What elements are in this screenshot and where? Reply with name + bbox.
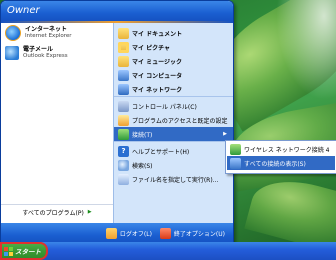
- connect-submenu: ワイヤレス ネットワーク接続 4 すべての接続の表示(S): [225, 140, 336, 174]
- windows-logo-icon: [4, 246, 13, 256]
- menu-item-my-documents[interactable]: マイ ドキュメント: [114, 26, 233, 40]
- start-button[interactable]: スタート: [0, 242, 48, 260]
- logoff-button[interactable]: ログオフ(L): [105, 227, 152, 239]
- menu-item-label: マイ ピクチャ: [132, 44, 171, 52]
- menu-item-label: マイ ネットワーク: [132, 86, 183, 94]
- taskbar: スタート: [0, 242, 336, 260]
- shutdown-label: 終了オプション(U): [173, 230, 225, 238]
- connect-to-icon: [118, 128, 129, 140]
- run-icon: [118, 173, 129, 185]
- all-programs-label: すべてのプログラム(P): [22, 209, 84, 217]
- pinned-internet[interactable]: インターネット Internet Explorer: [1, 23, 113, 43]
- menu-item-help[interactable]: ? ヘルプとサポート(H): [114, 144, 233, 158]
- wallpaper-glare: [276, 0, 336, 100]
- menu-item-my-music[interactable]: マイ ミュージック: [114, 54, 233, 68]
- places-column: マイ ドキュメント マイ ピクチャ マイ ミュージック マイ コンピュータ マイ…: [113, 23, 233, 223]
- pinned-programs: インターネット Internet Explorer 電子メール Outlook …: [1, 23, 113, 223]
- submenu-item-label: ワイヤレス ネットワーク接続 4: [244, 146, 330, 154]
- pinned-email[interactable]: 電子メール Outlook Express: [1, 43, 113, 63]
- power-icon: [159, 227, 171, 239]
- start-menu: Owner インターネット Internet Explorer 電子メール Ou…: [0, 0, 234, 244]
- internet-explorer-icon: [5, 25, 21, 41]
- submenu-arrow-icon: ▶: [223, 131, 227, 137]
- start-menu-footer: ログオフ(L) 終了オプション(U): [1, 223, 233, 243]
- arrow-right-icon: ▶: [87, 209, 92, 215]
- menu-item-label: マイ コンピュータ: [132, 72, 183, 80]
- user-name-header: Owner: [1, 1, 233, 21]
- menu-item-control-panel[interactable]: コントロール パネル(C): [114, 99, 233, 113]
- pinned-internet-label: インターネット: [25, 26, 68, 33]
- pinned-internet-sub: Internet Explorer: [25, 33, 72, 39]
- menu-item-label: ファイル名を指定して実行(R)...: [132, 176, 219, 184]
- submenu-item-wireless[interactable]: ワイヤレス ネットワーク接続 4: [227, 142, 335, 156]
- all-connections-icon: [230, 157, 241, 169]
- menu-item-label: ヘルプとサポート(H): [132, 148, 190, 156]
- menu-item-search[interactable]: 検索(S): [114, 158, 233, 172]
- menu-item-my-pictures[interactable]: マイ ピクチャ: [114, 40, 233, 54]
- start-label: スタート: [15, 248, 41, 256]
- outlook-express-icon: [5, 46, 19, 60]
- my-network-icon: [118, 83, 129, 95]
- submenu-item-label: すべての接続の表示(S): [244, 160, 306, 168]
- menu-item-label: プログラムのアクセスと既定の設定: [132, 117, 228, 125]
- control-panel-icon: [118, 100, 129, 112]
- pinned-email-label: 電子メール: [23, 46, 54, 53]
- menu-item-my-computer[interactable]: マイ コンピュータ: [114, 68, 233, 82]
- menu-item-label: 接続(T): [132, 131, 153, 139]
- help-icon: ?: [118, 145, 129, 157]
- shutdown-button[interactable]: 終了オプション(U): [159, 227, 225, 239]
- my-computer-icon: [118, 69, 129, 81]
- submenu-item-show-all[interactable]: すべての接続の表示(S): [227, 156, 335, 170]
- my-music-icon: [118, 55, 129, 67]
- menu-item-label: マイ ミュージック: [132, 58, 182, 66]
- menu-item-label: 検索(S): [132, 162, 153, 170]
- menu-item-label: コントロール パネル(C): [132, 103, 197, 111]
- logoff-label: ログオフ(L): [119, 230, 152, 238]
- menu-item-my-network[interactable]: マイ ネットワーク: [114, 82, 233, 97]
- all-programs-button[interactable]: すべてのプログラム(P) ▶: [1, 204, 113, 219]
- my-pictures-icon: [118, 41, 129, 53]
- search-icon: [118, 159, 129, 171]
- my-documents-icon: [118, 27, 129, 39]
- wireless-connection-icon: [230, 143, 241, 155]
- menu-item-connect-to[interactable]: 接続(T) ▶: [114, 127, 233, 142]
- program-access-icon: [118, 114, 129, 126]
- menu-item-label: マイ ドキュメント: [132, 30, 183, 38]
- logoff-icon: [105, 227, 117, 239]
- pinned-email-sub: Outlook Express: [23, 53, 68, 59]
- menu-item-program-access[interactable]: プログラムのアクセスと既定の設定: [114, 113, 233, 127]
- menu-item-run[interactable]: ファイル名を指定して実行(R)...: [114, 172, 233, 186]
